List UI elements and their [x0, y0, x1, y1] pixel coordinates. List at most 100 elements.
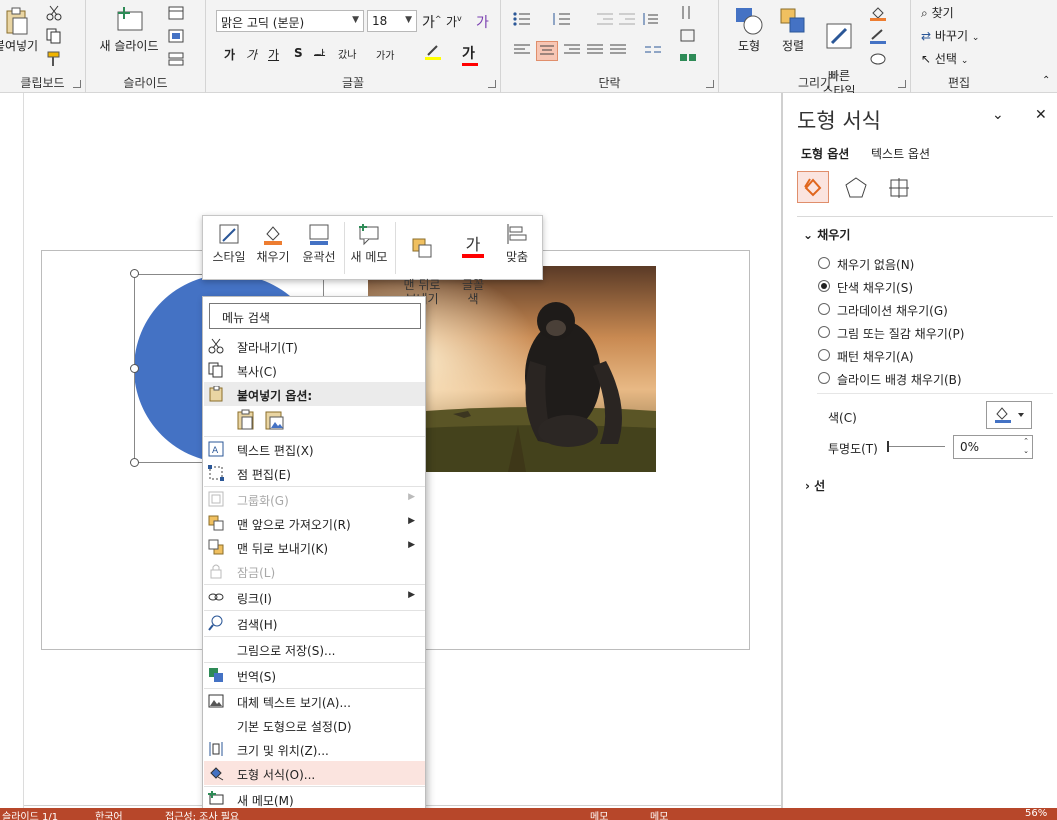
strikethrough-button[interactable]: ᆉ	[314, 46, 325, 63]
increase-indent-icon[interactable]	[618, 12, 636, 28]
smartart-icon[interactable]	[679, 50, 697, 66]
tab-text-options[interactable]: 텍스트 옵션	[871, 145, 930, 162]
menu-item-group[interactable]: 그룹화(G) ▶	[204, 487, 425, 511]
menu-item-save-as-picture[interactable]: 그림으로 저장(S)...	[204, 637, 425, 661]
align-text-icon[interactable]	[679, 28, 697, 44]
menu-item-format-shape[interactable]: 도형 서식(O)...	[204, 761, 425, 785]
align-left-icon[interactable]	[513, 43, 531, 59]
fill-button[interactable]: 채우기	[253, 222, 293, 264]
paste-keep-format-icon[interactable]	[235, 409, 257, 431]
paste-button[interactable]: 붙여넣기	[0, 6, 44, 54]
font-color-mini-button[interactable]: 가 글꼴 색	[453, 222, 493, 320]
font-name-combo[interactable]: 맑은 고딕 (본문) ▼	[216, 10, 364, 32]
find-button[interactable]: ⌕ 찾기	[921, 4, 954, 21]
shapes-button[interactable]: 도형	[729, 6, 769, 54]
color-picker-button[interactable]	[986, 401, 1032, 429]
font-size-combo[interactable]: 18 ▼	[367, 10, 417, 32]
shape-fill-icon[interactable]	[869, 5, 887, 21]
status-language[interactable]: 한국어	[95, 808, 123, 820]
select-button[interactable]: ↖ 선택 ⌄	[921, 50, 968, 67]
menu-item-link[interactable]: 링크(I) ▶	[204, 585, 425, 609]
menu-item-translate[interactable]: 번역(S)	[204, 663, 425, 687]
replace-button[interactable]: ⇄ 바꾸기 ⌄	[921, 27, 979, 44]
font-group-label: 글꼴	[341, 76, 365, 90]
status-zoom[interactable]: 56%	[1025, 808, 1047, 819]
underline-button[interactable]: 가	[268, 46, 279, 63]
cut-icon[interactable]	[46, 5, 64, 21]
paragraph-launcher-icon[interactable]	[706, 80, 714, 88]
align-right-icon[interactable]	[563, 43, 581, 59]
line-section-header[interactable]: › 선	[805, 477, 825, 494]
paragraph-group-label: 단락	[598, 76, 621, 90]
line-spacing-icon[interactable]	[641, 12, 659, 28]
menu-search-input[interactable]: 메뉴 검색	[209, 303, 421, 329]
highlight-icon[interactable]	[424, 43, 442, 60]
clipboard-launcher-icon[interactable]	[73, 80, 81, 88]
drawing-launcher-icon[interactable]	[898, 80, 906, 88]
slider-thumb[interactable]	[887, 441, 889, 452]
spacing-button[interactable]: 갔나	[338, 46, 356, 61]
effects-icon[interactable]	[843, 175, 869, 201]
menu-item-size-position[interactable]: 크기 및 위치(Z)...	[204, 737, 425, 761]
resize-handle[interactable]	[130, 269, 139, 278]
tab-shape-options[interactable]: 도형 옵션	[801, 145, 849, 162]
fill-line-icon[interactable]	[797, 171, 829, 203]
size-properties-icon[interactable]	[886, 175, 912, 201]
align-center-icon[interactable]	[536, 41, 558, 61]
align-button[interactable]: 맞춤	[497, 222, 537, 264]
arrange-button[interactable]: 정렬	[773, 6, 813, 54]
color-label: 색(C)	[828, 411, 857, 425]
layout-icon[interactable]	[168, 6, 186, 22]
clear-format-button[interactable]: 가	[476, 12, 489, 32]
close-icon[interactable]: ✕	[1035, 107, 1047, 123]
resize-handle[interactable]	[130, 458, 139, 467]
format-painter-icon[interactable]	[46, 51, 64, 67]
shape-effects-icon[interactable]	[869, 51, 887, 67]
font-color-button[interactable]: 가	[462, 43, 478, 66]
shape-outline-icon[interactable]	[869, 28, 887, 44]
grow-font-button[interactable]: 가^	[422, 12, 442, 32]
menu-item-search[interactable]: 검색(H)	[204, 611, 425, 635]
new-comment-button[interactable]: 새 메모	[347, 222, 391, 264]
collapse-ribbon-icon[interactable]: ⌃	[1042, 75, 1050, 86]
section-icon[interactable]	[168, 52, 186, 68]
menu-item-send-back[interactable]: 맨 뒤로 보내기(K) ▶	[204, 535, 425, 559]
shadow-button[interactable]: S	[294, 46, 303, 60]
copy-icon[interactable]	[46, 28, 64, 44]
outline-button[interactable]: 윤곽선	[297, 222, 341, 264]
italic-button[interactable]: 가	[246, 46, 257, 63]
menu-item-set-default-shape[interactable]: 기본 도형으로 설정(D)	[204, 713, 425, 737]
menu-item-edit-points[interactable]: 점 편집(E)	[204, 461, 425, 485]
transparency-input[interactable]: 0% ⌃ ⌄	[953, 435, 1033, 459]
paste-picture-icon[interactable]	[263, 409, 285, 431]
columns-icon[interactable]	[644, 43, 662, 59]
transparency-slider[interactable]	[887, 441, 945, 452]
thumbnail-strip[interactable]	[0, 93, 24, 808]
change-case-button[interactable]: 가가	[376, 47, 394, 62]
status-notes[interactable]: 메모	[590, 808, 608, 820]
menu-item-copy[interactable]: 복사(C)	[204, 358, 425, 382]
style-button[interactable]: 스타일	[209, 222, 249, 264]
menu-item-lock[interactable]: 잠금(L)	[204, 559, 425, 583]
decrease-indent-icon[interactable]	[596, 12, 614, 28]
menu-item-alt-text[interactable]: 대체 텍스트 보기(A)...	[204, 689, 425, 713]
bold-button[interactable]: 가	[224, 46, 235, 63]
menu-item-bring-front[interactable]: 맨 앞으로 가져오기(R) ▶	[204, 511, 425, 535]
menu-item-edit-text[interactable]: A 텍스트 편집(X)	[204, 437, 425, 461]
numbering-icon[interactable]	[553, 12, 571, 28]
resize-handle[interactable]	[130, 364, 139, 373]
fill-section-header[interactable]: ⌄ 채우기	[803, 226, 850, 243]
font-launcher-icon[interactable]	[488, 80, 496, 88]
text-direction-icon[interactable]	[679, 5, 697, 21]
bullets-icon[interactable]	[513, 12, 531, 28]
reset-icon[interactable]	[168, 29, 186, 45]
pane-options-chevron-icon[interactable]: ⌄	[992, 107, 1004, 123]
distributed-icon[interactable]	[609, 43, 627, 59]
status-accessibility[interactable]: 접근성: 조사 필요	[165, 808, 239, 820]
menu-item-cut[interactable]: 잘라내기(T)	[204, 334, 425, 358]
justify-icon[interactable]	[586, 43, 604, 59]
new-slide-button[interactable]: 새 슬라이드	[92, 6, 166, 54]
shrink-font-button[interactable]: 가v	[446, 13, 462, 30]
spinner-icon[interactable]: ⌃ ⌄	[1023, 436, 1029, 456]
status-comments[interactable]: 메모	[650, 808, 668, 820]
